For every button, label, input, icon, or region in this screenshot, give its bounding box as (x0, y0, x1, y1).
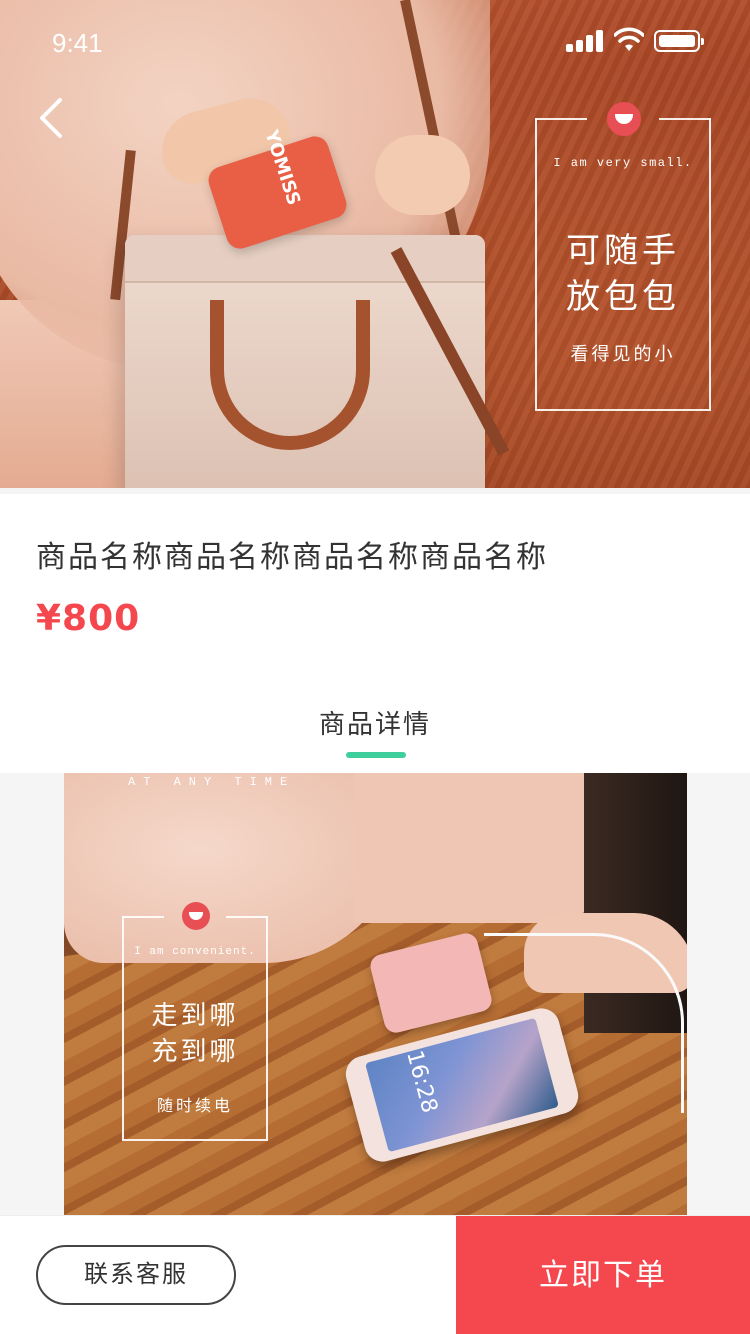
frame-edge (659, 118, 711, 120)
hero-promo-tagline: I am very small. (553, 156, 693, 170)
hero-promo-headline-line1: 可随手 (566, 231, 680, 271)
hero-promo-headline-line2: 放包包 (566, 277, 680, 317)
status-bar: 9:41 (0, 0, 750, 88)
frame-edge (535, 118, 587, 120)
wifi-icon (614, 27, 644, 51)
hero-promo-subline: 看得见的小 (570, 344, 676, 365)
back-button[interactable] (28, 94, 76, 142)
detail-top-text: AT ANY TIME (128, 775, 296, 789)
detail-image: 16:28 AT ANY TIME I am convenient. 走到哪 充… (64, 773, 687, 1215)
brand-logo-icon (607, 102, 641, 136)
frame-edge (122, 916, 164, 918)
frame-edge (226, 916, 268, 918)
detail-section: 16:28 AT ANY TIME I am convenient. 走到哪 充… (0, 773, 750, 1215)
detail-promo-tagline: I am convenient. (134, 946, 256, 958)
divider (0, 488, 750, 494)
bottom-action-bar: 联系客服 立即下单 (0, 1215, 750, 1334)
product-title: 商品名称商品名称商品名称商品名称 (36, 540, 548, 575)
brand-logo-icon (182, 902, 210, 930)
signal-icon (566, 30, 606, 52)
detail-promo-frame: I am convenient. 走到哪 充到哪 随时续电 (122, 902, 268, 1141)
hero-promo-headline: 可随手 放包包 (537, 228, 709, 320)
detail-promo-subline: 随时续电 (156, 1096, 233, 1115)
order-now-button[interactable]: 立即下单 (456, 1216, 750, 1334)
tab-active-indicator (346, 752, 406, 758)
hero-bag-fold (125, 235, 485, 283)
contact-service-button[interactable]: 联系客服 (36, 1245, 236, 1305)
product-info: 商品名称商品名称商品名称商品名称 ¥800 商品详情 (0, 488, 750, 773)
hero-promo-frame: I am very small. 可随手 放包包 看得见的小 (535, 102, 711, 411)
status-time: 9:41 (52, 28, 103, 58)
tab-product-detail[interactable]: 商品详情 (0, 704, 750, 741)
battery-icon (654, 30, 704, 52)
hero-hand-right (375, 135, 470, 215)
detail-promo-headline: 走到哪 充到哪 (124, 998, 266, 1070)
product-price: ¥800 (36, 598, 141, 639)
detail-promo-headline-line1: 走到哪 (151, 1001, 239, 1031)
back-arrow-icon (40, 98, 62, 138)
detail-promo-headline-line2: 充到哪 (151, 1037, 239, 1067)
